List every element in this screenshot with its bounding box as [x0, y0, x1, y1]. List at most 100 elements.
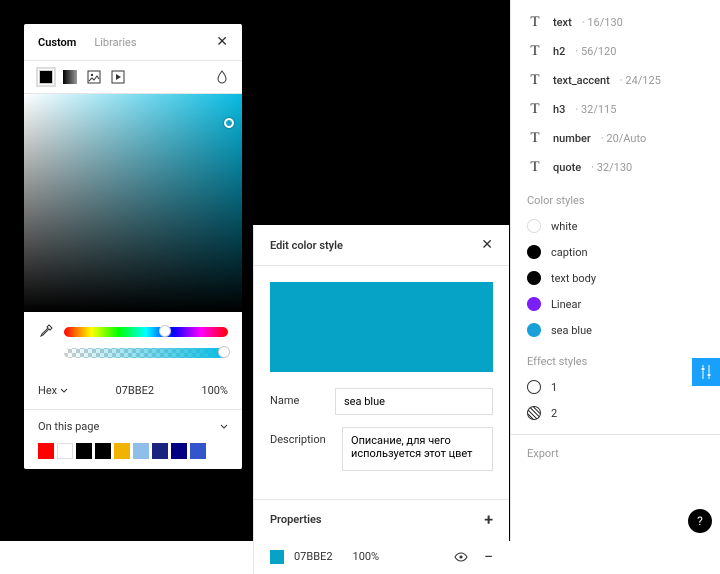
color-picker-panel: Custom Libraries ✕ Hex 07BBE2 100% On th… [24, 24, 242, 469]
description-label: Description [270, 427, 330, 446]
opacity-input[interactable]: 100% [201, 384, 228, 397]
mode-video[interactable] [110, 69, 126, 85]
text-icon: T [527, 72, 543, 89]
property-hex[interactable]: 07BBE2 [294, 550, 333, 563]
mode-solid[interactable] [38, 69, 54, 85]
text-style-text[interactable]: Ttext · 16/130 [511, 8, 720, 37]
swatch[interactable] [133, 443, 149, 459]
text-style-quote[interactable]: Tquote · 32/130 [511, 153, 720, 182]
hue-handle[interactable] [159, 325, 171, 337]
property-row[interactable]: 07BBE2 100% − [254, 539, 509, 574]
effect-style-name: 2 [551, 407, 557, 420]
text-style-number[interactable]: Tnumber · 20/Auto [511, 124, 720, 153]
text-style-name: text_accent [553, 74, 610, 87]
mode-gradient[interactable] [62, 69, 78, 85]
sliders [24, 312, 242, 378]
swatch[interactable] [114, 443, 130, 459]
on-this-page-section: On this page [24, 409, 242, 469]
swatch[interactable] [190, 443, 206, 459]
export-section[interactable]: Export [511, 434, 720, 472]
color-style-name: text body [551, 272, 596, 285]
remove-property-icon[interactable]: − [484, 547, 493, 566]
color-style-sea-blue[interactable]: sea blue [511, 317, 720, 343]
color-preview [270, 282, 493, 372]
tab-custom[interactable]: Custom [38, 36, 76, 49]
text-style-name: h2 [553, 45, 565, 58]
text-icon: T [527, 101, 543, 118]
text-style-values: · 56/120 [575, 45, 616, 58]
text-icon: T [527, 130, 543, 147]
picker-header: Custom Libraries ✕ [24, 24, 242, 61]
color-styles-heading: Color styles [511, 182, 720, 213]
effect-icon [527, 380, 541, 394]
color-style-name: Linear [551, 298, 581, 311]
color-style-name: white [551, 220, 577, 233]
property-swatch [270, 550, 284, 564]
mode-image[interactable] [86, 69, 102, 85]
sv-handle[interactable] [224, 118, 234, 128]
edit-color-style-panel: Edit color style ✕ Name Description Prop… [253, 225, 509, 574]
alpha-handle[interactable] [218, 346, 230, 358]
text-style-name: h3 [553, 103, 565, 116]
color-style-name: caption [551, 246, 588, 259]
color-dot [527, 323, 541, 337]
properties-title: Properties [270, 513, 322, 526]
effect-style-1[interactable]: 1 [511, 374, 720, 400]
color-style-white[interactable]: white [511, 213, 720, 239]
color-style-text-body[interactable]: text body [511, 265, 720, 291]
on-this-page-label: On this page [38, 420, 99, 433]
help-icon[interactable]: ? [688, 509, 712, 533]
text-style-values: · 24/125 [620, 74, 661, 87]
text-icon: T [527, 14, 543, 31]
hex-format-select[interactable]: Hex [38, 384, 68, 397]
description-input[interactable] [342, 427, 493, 471]
swatch[interactable] [76, 443, 92, 459]
blend-icon[interactable] [216, 70, 228, 84]
swatch[interactable] [152, 443, 168, 459]
text-style-values: · 32/115 [575, 103, 616, 116]
text-style-text_accent[interactable]: Ttext_accent · 24/125 [511, 66, 720, 95]
text-style-h2[interactable]: Th2 · 56/120 [511, 37, 720, 66]
eyedropper-icon[interactable] [38, 324, 54, 340]
property-opacity[interactable]: 100% [353, 550, 380, 563]
styles-panel: Ttext · 16/130Th2 · 56/120Ttext_accent ·… [510, 0, 720, 541]
visibility-icon[interactable] [454, 550, 468, 564]
color-style-caption[interactable]: caption [511, 239, 720, 265]
swatch[interactable] [38, 443, 54, 459]
effect-style-2[interactable]: 2 [511, 400, 720, 426]
color-dot [527, 219, 541, 233]
hue-slider[interactable] [64, 327, 228, 337]
effect-icon [527, 406, 541, 420]
text-icon: T [527, 159, 543, 176]
color-style-name: sea blue [551, 324, 592, 337]
swatch[interactable] [57, 443, 73, 459]
effect-style-name: 1 [551, 381, 557, 394]
color-dot [527, 297, 541, 311]
name-label: Name [270, 388, 323, 407]
text-style-values: · 20/Auto [601, 132, 646, 145]
text-style-values: · 16/130 [582, 16, 623, 29]
text-style-name: number [553, 132, 591, 145]
fill-modes [24, 61, 242, 94]
settings-fab[interactable] [692, 358, 720, 386]
color-style-Linear[interactable]: Linear [511, 291, 720, 317]
text-style-h3[interactable]: Th3 · 32/115 [511, 95, 720, 124]
effect-styles-heading: Effect styles [511, 343, 720, 374]
color-dot [527, 271, 541, 285]
color-dot [527, 245, 541, 259]
edit-panel-title: Edit color style [270, 239, 343, 252]
tab-libraries[interactable]: Libraries [94, 36, 136, 49]
name-input[interactable] [335, 388, 493, 415]
swatch[interactable] [95, 443, 111, 459]
swatch[interactable] [171, 443, 187, 459]
hex-input[interactable]: 07BBE2 [76, 384, 193, 397]
close-icon[interactable]: ✕ [481, 237, 493, 253]
alpha-slider[interactable] [64, 348, 228, 358]
add-property-icon[interactable]: + [484, 510, 493, 529]
text-icon: T [527, 43, 543, 60]
hex-row: Hex 07BBE2 100% [24, 378, 242, 409]
saturation-value-area[interactable] [24, 94, 242, 312]
text-style-name: quote [553, 161, 581, 174]
close-icon[interactable]: ✕ [216, 34, 228, 50]
swatch-list [38, 443, 228, 459]
